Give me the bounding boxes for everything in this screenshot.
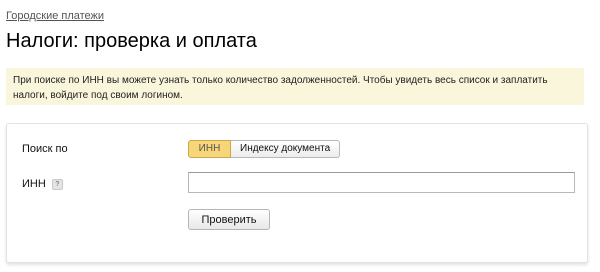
page-title: Налоги: проверка и оплата <box>6 30 257 52</box>
inn-label: ИНН <box>22 178 46 190</box>
inn-input[interactable] <box>188 172 575 193</box>
breadcrumb-city-payments[interactable]: Городские платежи <box>6 10 104 22</box>
search-type-toggle: ИНН Индексу документа <box>188 140 341 158</box>
help-icon[interactable]: ? <box>51 178 63 190</box>
search-form-panel: Поиск по ИНН Индексу документа ИНН ? Про… <box>6 123 588 263</box>
search-option-inn[interactable]: ИНН <box>188 140 231 158</box>
search-option-document-index[interactable]: Индексу документа <box>231 140 341 158</box>
notice-text: При поиске по ИНН вы можете узнать тольк… <box>13 75 548 101</box>
check-button[interactable]: Проверить <box>188 209 270 230</box>
search-by-label: Поиск по <box>22 143 68 155</box>
inn-label-row: ИНН ? <box>22 178 63 190</box>
info-notice: При поиске по ИНН вы можете узнать тольк… <box>6 68 584 105</box>
